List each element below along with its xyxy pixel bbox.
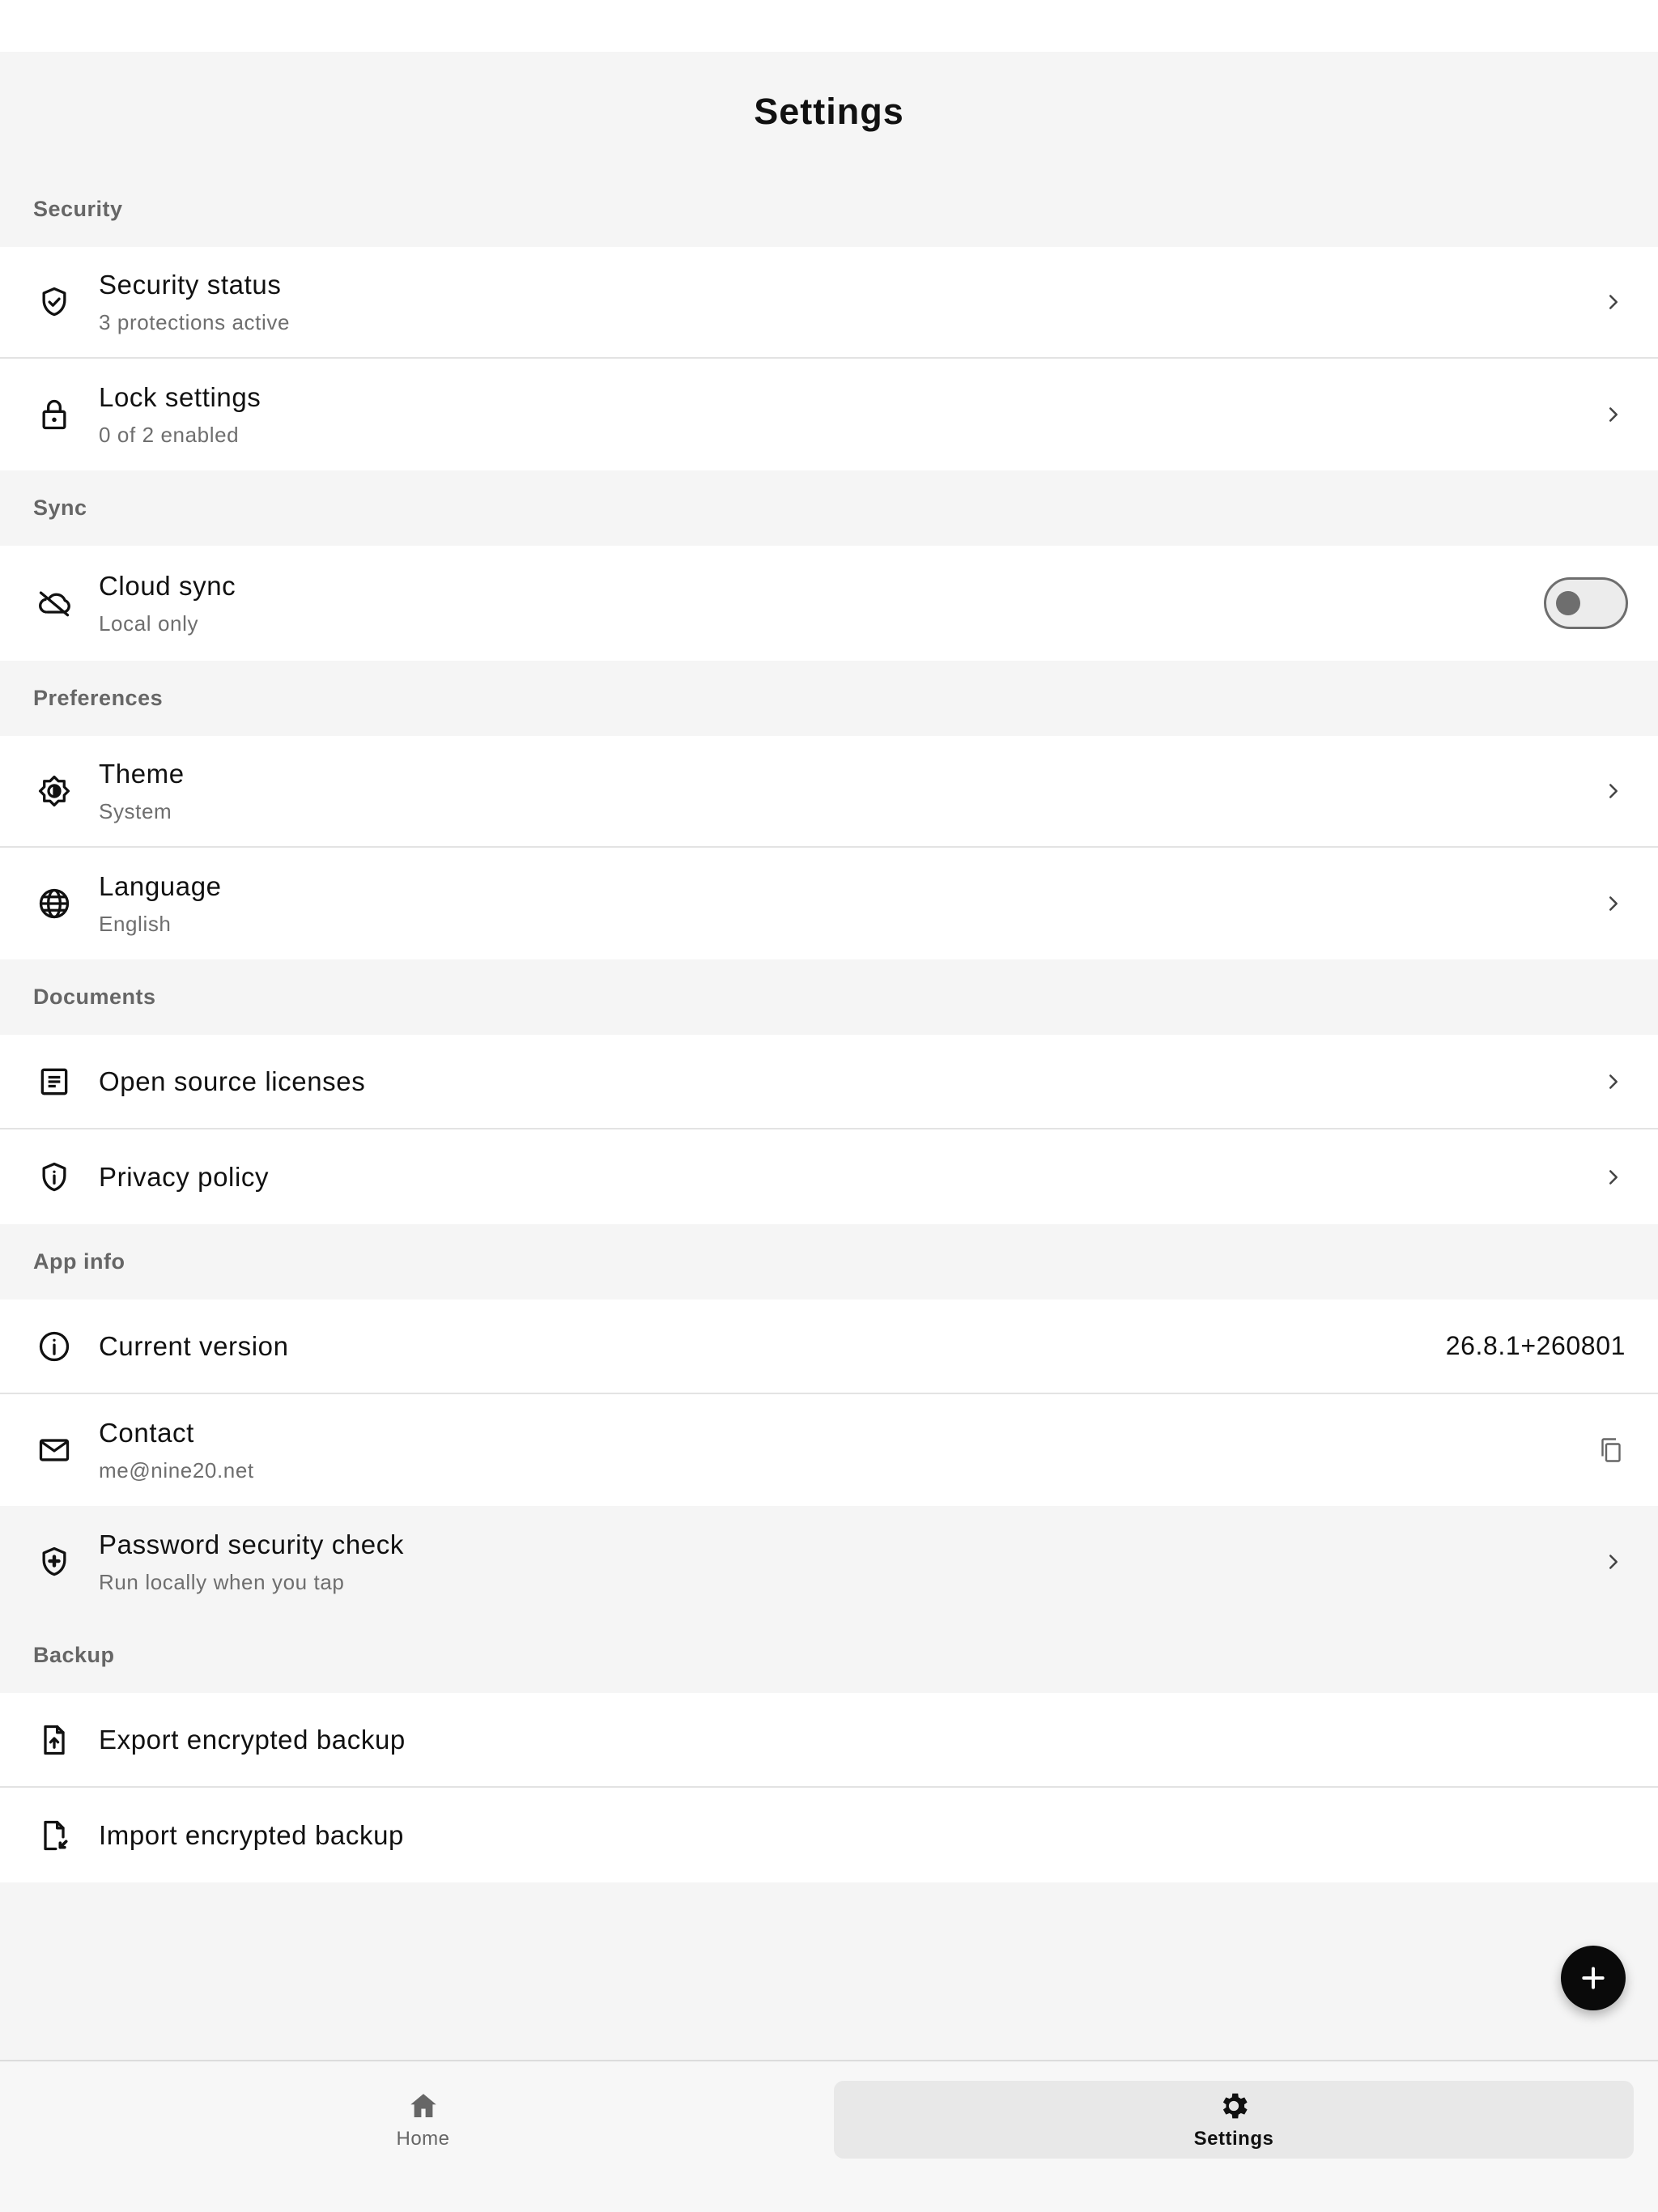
- file-import-icon: [33, 1814, 75, 1857]
- theme-title: Theme: [99, 759, 185, 789]
- nav-label-home: Home: [396, 2128, 450, 2150]
- status-bar: [0, 0, 1658, 52]
- lock-settings-title: Lock settings: [99, 382, 261, 412]
- chevron-right-icon: [1601, 891, 1626, 916]
- theme-row[interactable]: Theme System: [0, 736, 1658, 848]
- security-status-subtitle: 3 protections active: [99, 310, 291, 334]
- privacy-policy-row[interactable]: Privacy policy: [0, 1129, 1658, 1224]
- version-text: Current version: [99, 1330, 1446, 1363]
- lock-settings-row[interactable]: Lock settings 0 of 2 enabled: [0, 359, 1658, 470]
- open-source-licenses-row[interactable]: Open source licenses: [0, 1035, 1658, 1129]
- security-group: Security status 3 protections active Loc: [0, 247, 1658, 470]
- chevron-right-icon: [1601, 402, 1626, 427]
- lock-settings-text: Lock settings 0 of 2 enabled: [99, 381, 1601, 448]
- import-backup-row[interactable]: Import encrypted backup: [0, 1788, 1658, 1882]
- home-icon: [410, 2094, 436, 2117]
- settings-screen: Settings Security Security status 3 prot…: [0, 0, 1658, 2212]
- settings-list: Security Security status 3 protections a…: [0, 172, 1658, 1882]
- gear-icon: [1222, 2093, 1248, 2119]
- cloud-off-icon: [33, 582, 75, 624]
- file-upload-icon: [33, 1719, 75, 1761]
- password-security-check-row[interactable]: Password security check Run locally when…: [0, 1506, 1658, 1618]
- cloud-sync-title: Cloud sync: [99, 571, 236, 601]
- bottom-navigation: Home Settings: [0, 2060, 1658, 2212]
- security-status-row[interactable]: Security status 3 protections active: [0, 247, 1658, 359]
- plus-icon: [1582, 1967, 1605, 1989]
- export-title: Export encrypted backup: [99, 1724, 406, 1755]
- current-version-row: Current version 26.8.1+260801: [0, 1300, 1658, 1394]
- contact-title: Contact: [99, 1418, 194, 1448]
- app-bar: Settings: [0, 52, 1658, 172]
- security-status-title: Security status: [99, 270, 282, 300]
- document-icon: [33, 1061, 75, 1103]
- sync-group: Cloud sync Local only: [0, 546, 1658, 661]
- language-title: Language: [99, 871, 222, 901]
- app-info-group: Current version 26.8.1+260801 Contact me…: [0, 1300, 1658, 1618]
- export-backup-row[interactable]: Export encrypted backup: [0, 1693, 1658, 1788]
- info-icon: [33, 1325, 75, 1368]
- contact-row[interactable]: Contact me@nine20.net: [0, 1394, 1658, 1506]
- password-check-title: Password security check: [99, 1529, 404, 1559]
- version-title: Current version: [99, 1330, 289, 1361]
- section-header-preferences: Preferences: [33, 686, 164, 710]
- privacy-title: Privacy policy: [99, 1161, 270, 1192]
- export-text: Export encrypted backup: [99, 1724, 1626, 1756]
- password-check-text: Password security check Run locally when…: [99, 1529, 1601, 1595]
- add-button[interactable]: [1561, 1946, 1626, 2010]
- shield-plus-icon: [33, 1541, 75, 1583]
- language-row[interactable]: Language English: [0, 848, 1658, 959]
- contact-text: Contact me@nine20.net: [99, 1417, 1596, 1483]
- brightness-icon: [33, 770, 75, 812]
- chevron-right-icon: [1601, 1070, 1626, 1094]
- import-title: Import encrypted backup: [99, 1819, 404, 1850]
- nav-label-settings: Settings: [1193, 2128, 1274, 2150]
- version-value: 26.8.1+260801: [1445, 1331, 1626, 1360]
- shield-check-icon: [33, 281, 75, 323]
- password-check-subtitle: Run locally when you tap: [99, 1570, 345, 1594]
- section-header-security: Security: [33, 197, 123, 221]
- chevron-right-icon: [1601, 1165, 1626, 1189]
- security-status-text: Security status 3 protections active: [99, 269, 1601, 335]
- page-title: Settings: [754, 91, 904, 132]
- section-header-app-info: App info: [33, 1249, 125, 1274]
- language-text: Language English: [99, 870, 1601, 937]
- section-header-backup: Backup: [33, 1643, 115, 1667]
- theme-subtitle: System: [99, 799, 172, 823]
- lock-icon: [33, 393, 75, 436]
- cloud-sync-subtitle: Local only: [99, 611, 199, 636]
- chevron-right-icon: [1601, 1550, 1626, 1574]
- contact-email: me@nine20.net: [99, 1458, 254, 1482]
- nav-item-settings[interactable]: Settings: [834, 2081, 1634, 2159]
- licenses-text: Open source licenses: [99, 1066, 1601, 1098]
- documents-group: Open source licenses Privacy policy: [0, 1035, 1658, 1224]
- cloud-sync-toggle-wrap: [1544, 577, 1628, 629]
- privacy-text: Privacy policy: [99, 1161, 1601, 1193]
- language-subtitle: English: [99, 912, 172, 936]
- mail-icon: [33, 1429, 75, 1471]
- chevron-right-icon: [1601, 290, 1626, 314]
- licenses-title: Open source licenses: [99, 1066, 366, 1096]
- chevron-right-icon: [1601, 779, 1626, 803]
- section-header-sync: Sync: [33, 496, 87, 520]
- nav-item-home[interactable]: Home: [24, 2081, 822, 2159]
- preferences-group: Theme System Language English: [0, 736, 1658, 959]
- copy-icon[interactable]: [1596, 1436, 1626, 1465]
- section-header-documents: Documents: [33, 985, 156, 1009]
- cloud-sync-toggle[interactable]: [1544, 577, 1628, 629]
- globe-icon: [33, 883, 75, 925]
- toggle-knob: [1556, 591, 1580, 615]
- cloud-sync-row[interactable]: Cloud sync Local only: [0, 546, 1658, 661]
- shield-info-icon: [33, 1156, 75, 1198]
- cloud-sync-text: Cloud sync Local only: [99, 570, 1544, 636]
- backup-group: Export encrypted backup Import encrypted…: [0, 1693, 1658, 1882]
- lock-settings-subtitle: 0 of 2 enabled: [99, 423, 240, 447]
- import-text: Import encrypted backup: [99, 1819, 1626, 1852]
- theme-text: Theme System: [99, 758, 1601, 824]
